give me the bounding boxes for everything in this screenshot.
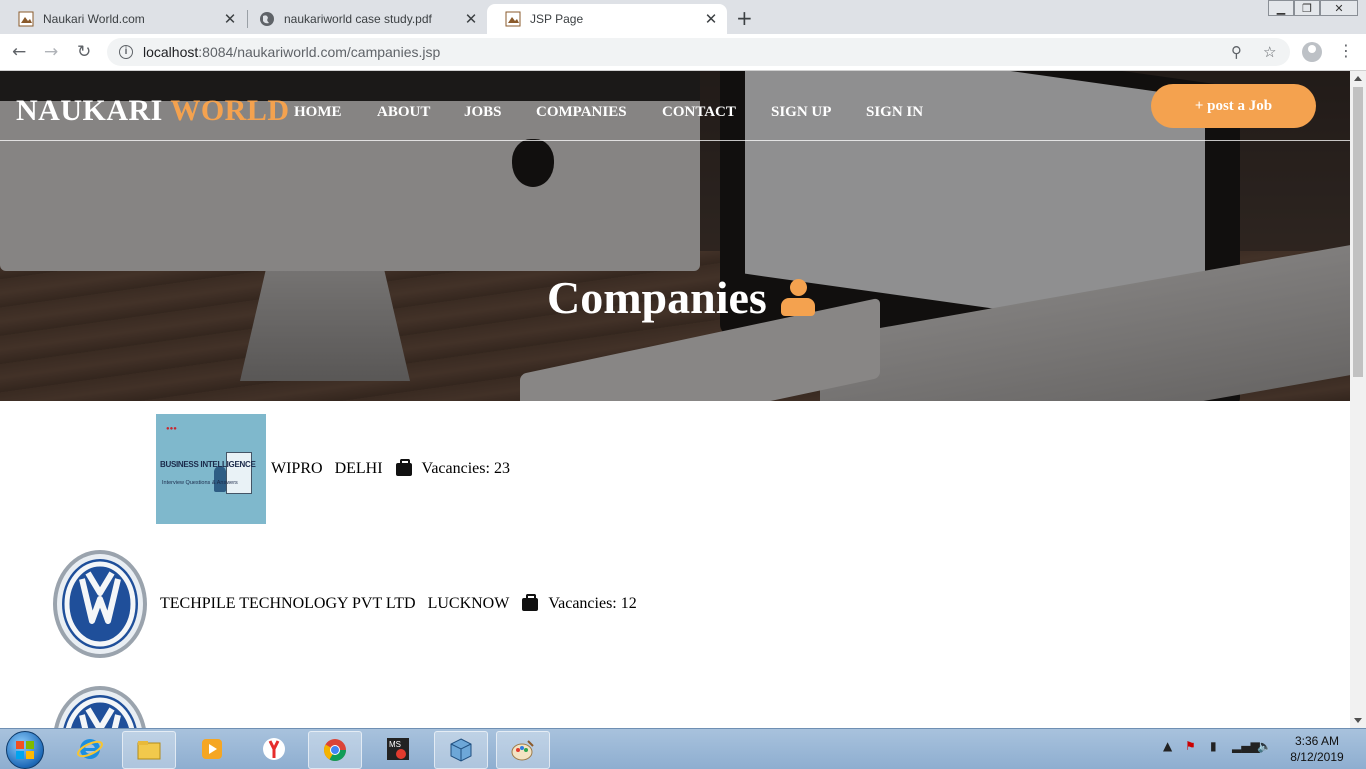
scroll-up-icon[interactable] [1354, 76, 1362, 81]
nav-sign-in[interactable]: SIGN IN [866, 104, 923, 121]
tab-title: JSP Page [530, 12, 584, 26]
briefcase-icon [522, 593, 539, 611]
zoom-icon[interactable]: ⚲ [1231, 43, 1242, 61]
system-clock[interactable]: 3:36 AM 8/12/2019 [1282, 733, 1352, 765]
browser-toolbar: ← → ↻ i localhost:8084/naukariworld.com/… [0, 34, 1366, 71]
page-scrollbar[interactable] [1350, 71, 1366, 728]
window-controls: ▁ ❐ ✕ [1268, 0, 1358, 18]
action-center-flag-icon[interactable]: ⚑ [1185, 739, 1196, 753]
nav-divider [0, 140, 1350, 141]
profile-avatar-icon[interactable] [1302, 42, 1322, 62]
tab-naukari-world[interactable]: Naukari World.com ✕ [0, 4, 246, 34]
company-vacancies: Vacancies: 12 [548, 595, 637, 612]
logo-figure-shape [214, 466, 226, 492]
page-title-block: Companies [547, 271, 815, 324]
volume-icon[interactable]: 🔈 [1257, 739, 1272, 753]
briefcase-icon [395, 458, 412, 476]
ms-office-icon[interactable]: MS [372, 731, 424, 767]
tab-title: naukariworld case study.pdf [284, 12, 432, 26]
tab-title: Naukari World.com [43, 12, 145, 26]
company-row: TECHPILE TECHNOLOGY PVT LTD LUCKNOW Vaca… [52, 549, 637, 659]
clock-time: 3:36 AM [1294, 734, 1340, 748]
close-tab-icon[interactable]: ✕ [463, 10, 479, 28]
nav-companies[interactable]: COMPANIES [536, 104, 627, 121]
volkswagen-logo[interactable] [52, 685, 148, 728]
browser-tab-strip: Naukari World.com ✕ naukariworld case st… [0, 0, 1366, 34]
close-window-icon[interactable]: ✕ [1320, 0, 1358, 16]
show-hidden-icons-icon[interactable]: ▲ [1163, 739, 1172, 753]
company-name[interactable]: WIPRO [271, 460, 323, 478]
page-favicon-icon [18, 11, 34, 27]
company-row [52, 685, 148, 728]
company-vacancies: Vacancies: 23 [421, 460, 510, 477]
network-signal-icon[interactable]: ▂▄▆ [1232, 739, 1260, 753]
start-button[interactable] [6, 731, 44, 769]
tab-case-study-pdf[interactable]: naukariworld case study.pdf ✕ [241, 4, 487, 34]
hero-banner: NAUKARI WORLD HOME ABOUT JOBS COMPANIES … [0, 71, 1350, 401]
restore-icon[interactable]: ❐ [1294, 0, 1320, 16]
back-arrow-icon[interactable]: ← [12, 42, 26, 62]
company-city: LUCKNOW [427, 595, 510, 612]
paint-icon[interactable] [496, 731, 550, 769]
scroll-down-icon[interactable] [1354, 718, 1362, 723]
page-viewport: NAUKARI WORLD HOME ABOUT JOBS COMPANIES … [0, 71, 1350, 728]
url-text[interactable]: localhost:8084/naukariworld.com/campanie… [143, 44, 440, 60]
page-title: Companies [547, 272, 767, 323]
bookmark-star-icon[interactable]: ☆ [1263, 43, 1276, 61]
logo-subtitle: Interview Questions & Answers [162, 480, 238, 486]
nav-about[interactable]: ABOUT [377, 104, 430, 121]
internet-explorer-icon[interactable] [64, 731, 116, 767]
nav-home[interactable]: HOME [294, 104, 342, 121]
yandex-icon[interactable] [248, 731, 300, 767]
company-name[interactable]: TECHPILE TECHNOLOGY PVT LTD [160, 595, 416, 613]
close-tab-icon[interactable]: ✕ [222, 10, 238, 28]
logo-mark: ●●● [166, 426, 177, 432]
nav-sign-up[interactable]: SIGN UP [771, 104, 831, 121]
new-tab-plus-icon[interactable]: + [736, 6, 753, 30]
chrome-icon[interactable] [308, 731, 362, 769]
virtualbox-icon[interactable] [434, 731, 488, 769]
reload-icon[interactable]: ↻ [77, 42, 91, 62]
scrollbar-thumb[interactable] [1353, 87, 1363, 377]
globe-icon [260, 12, 274, 26]
volkswagen-logo[interactable] [52, 549, 148, 659]
url-host: localhost [143, 44, 199, 60]
url-path: :8084/naukariworld.com/campanies.jsp [198, 44, 441, 60]
minimize-icon[interactable]: ▁ [1268, 0, 1294, 16]
file-explorer-icon[interactable] [122, 731, 176, 769]
page-favicon-icon [505, 11, 521, 27]
close-tab-icon[interactable]: ✕ [703, 10, 719, 28]
company-row: ●●● BUSINESS INTELLIGENCE Interview Ques… [156, 414, 510, 524]
business-intelligence-logo[interactable]: ●●● BUSINESS INTELLIGENCE Interview Ques… [156, 414, 266, 524]
site-logo[interactable]: NAUKARI WORLD [16, 94, 290, 128]
logo-board-shape [226, 452, 252, 494]
nav-jobs[interactable]: JOBS [464, 104, 502, 121]
battery-icon[interactable]: ▮ [1210, 739, 1217, 753]
user-icon [780, 278, 815, 317]
brand-main: NAUKARI [16, 94, 163, 127]
nav-contact[interactable]: CONTACT [662, 104, 736, 121]
logo-title: BUSINESS INTELLIGENCE [160, 460, 256, 469]
clock-date: 8/12/2019 [1290, 750, 1344, 764]
post-job-button[interactable]: + post a Job [1151, 84, 1316, 128]
forward-arrow-icon[interactable]: → [44, 42, 58, 62]
svg-text:MS: MS [389, 740, 401, 749]
tab-jsp-page[interactable]: JSP Page ✕ [487, 4, 727, 34]
browser-menu-icon[interactable]: ⋮ [1338, 41, 1354, 60]
site-info-icon[interactable]: i [119, 45, 133, 59]
windows-taskbar: MS ▲ ⚑ ▮ ▂▄▆ 🔈 3:36 AM 8/12/2019 [0, 728, 1366, 769]
address-bar[interactable]: i localhost:8084/naukariworld.com/campan… [107, 38, 1290, 66]
brand-accent: WORLD [170, 94, 290, 127]
media-player-icon[interactable] [186, 731, 238, 767]
company-city: DELHI [334, 460, 383, 477]
